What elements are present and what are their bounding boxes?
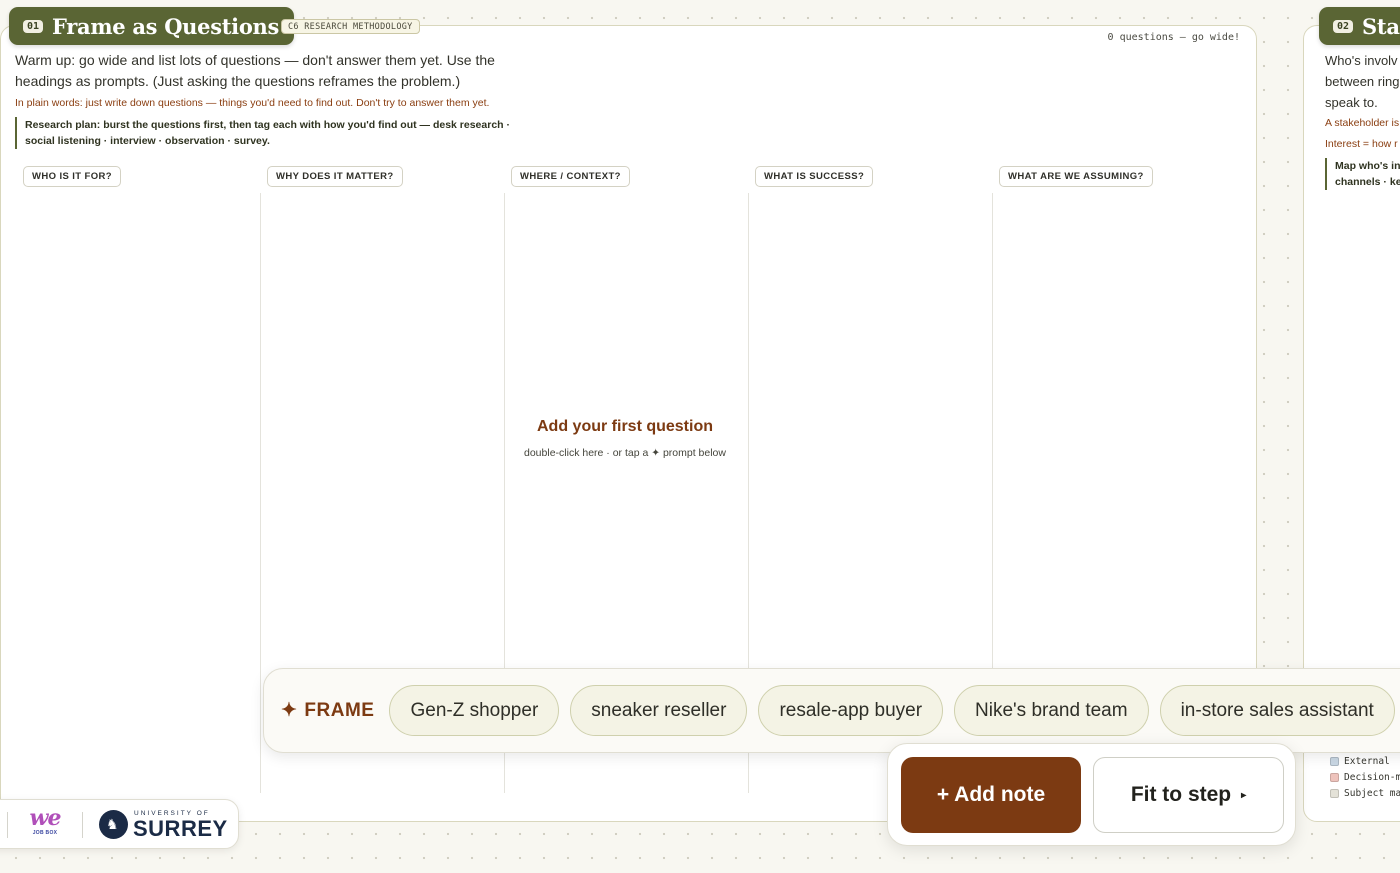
legend-item: Decision-ma: [1330, 769, 1400, 785]
step-title: Frame as Questions: [52, 13, 280, 39]
empty-state-title[interactable]: Add your first question: [505, 418, 745, 436]
legend-item: Subject mat: [1330, 785, 1400, 801]
question-count: 0 questions — go wide!: [1107, 32, 1240, 43]
step-number-badge: 02: [1333, 19, 1354, 33]
prompt-chip-in-store-sales-assistant[interactable]: in-store sales assistant: [1159, 685, 1395, 736]
step-title: Stal: [1362, 13, 1400, 39]
step2-plain-note: A stakeholder is: [1325, 117, 1400, 129]
logo-divider: [82, 812, 83, 838]
column-divider: [260, 193, 261, 793]
stag-icon: ♞: [106, 816, 119, 832]
column-header-why[interactable]: WHY DOES IT MATTER?: [267, 166, 403, 187]
we-job-box-logo: we JOB BOX: [24, 806, 66, 837]
legend-item: External: [1330, 753, 1400, 769]
step-number-badge: 01: [23, 19, 44, 33]
column-header-where[interactable]: WHERE / CONTEXT?: [511, 166, 630, 187]
step2-instructions-line: between ring: [1325, 74, 1400, 89]
fit-to-step-label: Fit to step: [1130, 783, 1232, 806]
legend-label: External: [1344, 755, 1390, 767]
add-note-button[interactable]: + Add note: [901, 757, 1081, 833]
step2-plan-line: channels · ke: [1335, 176, 1400, 188]
we-logo-subtitle: JOB BOX: [32, 830, 58, 836]
action-pill: + Add note Fit to step ▸: [887, 743, 1296, 846]
column-header-who[interactable]: WHO IS IT FOR?: [23, 166, 122, 187]
stakeholder-legend: External Decision-ma Subject mat: [1330, 753, 1400, 801]
legend-label: Decision-ma: [1344, 771, 1400, 783]
logo-divider: [7, 812, 8, 838]
step2-instructions-line: Who's involv: [1325, 53, 1398, 68]
legend-label: Subject mat: [1344, 787, 1400, 799]
surrey-crest-icon: ♞: [99, 810, 128, 839]
column-header-success[interactable]: WHAT IS SUCCESS?: [755, 166, 874, 187]
legend-swatch-subject-matter: [1330, 788, 1339, 798]
sparkle-icon: ✦: [281, 700, 298, 721]
column-header-assuming[interactable]: WHAT ARE WE ASSUMING?: [999, 166, 1153, 187]
legend-swatch-external: [1330, 756, 1339, 766]
step2-plan-line: Map who's in: [1335, 160, 1400, 172]
frame-label: ✦ FRAME: [281, 699, 374, 722]
empty-state-hint: double-click here · or tap a ✦ prompt be…: [524, 447, 726, 459]
research-plan-note: Research plan: burst the questions first…: [15, 117, 535, 149]
prompt-chip-resale-app-buyer[interactable]: resale-app buyer: [758, 685, 944, 736]
method-tag: C6 RESEARCH METHODOLOGY: [281, 19, 420, 34]
step-instructions: Warm up: go wide and list lots of questi…: [15, 52, 495, 89]
plain-words-note: In plain words: just write down question…: [15, 97, 490, 109]
legend-swatch-decision-maker: [1330, 772, 1339, 782]
prompt-chip-sneaker-reseller[interactable]: sneaker reseller: [570, 685, 748, 736]
prompt-chip-gen-z-shopper[interactable]: Gen-Z shopper: [389, 685, 560, 736]
frame-label-text: FRAME: [304, 699, 375, 721]
fit-to-step-button[interactable]: Fit to step ▸: [1093, 757, 1284, 833]
play-caret-icon: ▸: [1241, 789, 1247, 801]
we-logo-mark: we: [29, 805, 62, 831]
prompt-chip-bar: ✦ FRAME Gen-Z shopper sneaker reseller r…: [263, 668, 1400, 753]
step2-interest-note: Interest = how r: [1325, 138, 1398, 150]
step2-plan-note: Map who's in channels · ke: [1325, 158, 1400, 190]
prompt-chip-nike-brand-team[interactable]: Nike's brand team: [954, 685, 1149, 736]
partner-logos: we JOB BOX ♞ UNIVERSITY OF SURREY: [0, 799, 239, 849]
step-title-tab-2[interactable]: 02 Stal: [1319, 7, 1400, 45]
step2-instructions-line: speak to.: [1325, 95, 1378, 110]
step-title-tab[interactable]: 01 Frame as Questions: [9, 7, 295, 45]
surrey-wordmark: SURREY: [133, 816, 228, 841]
